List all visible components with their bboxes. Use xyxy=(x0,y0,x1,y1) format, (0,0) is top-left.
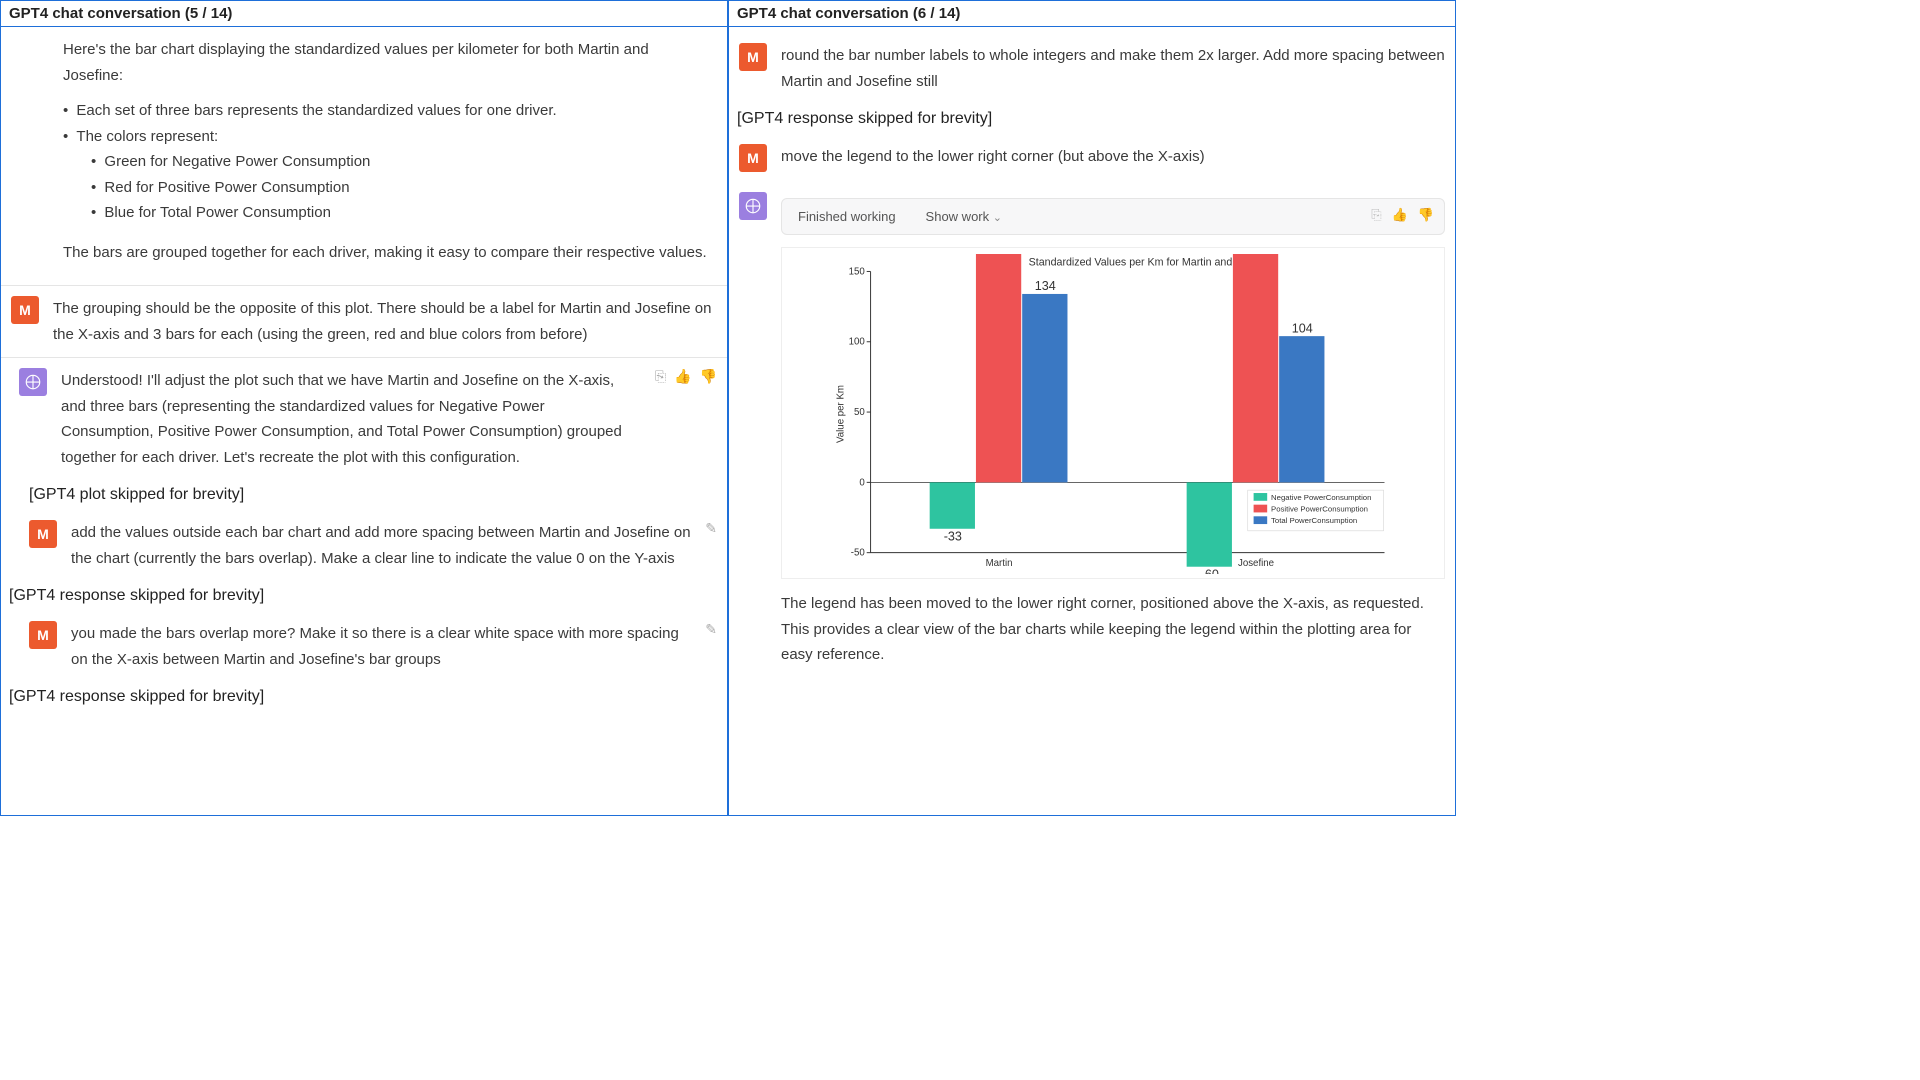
user-message: M round the bar number labels to whole i… xyxy=(729,27,1455,104)
svg-text:100: 100 xyxy=(849,337,866,348)
thumbs-up-icon[interactable]: 👍 xyxy=(1392,207,1408,223)
assistant-message: Finished working Show work ⌄ ⎘ 👍 👎 Stand xyxy=(729,182,1455,678)
bullet-item: The colors represent: Green for Negative… xyxy=(63,124,707,226)
user-text: you made the bars overlap more? Make it … xyxy=(71,621,691,672)
svg-text:134: 134 xyxy=(1035,279,1056,293)
svg-text:-60: -60 xyxy=(1201,567,1219,574)
skip-note: [GPT4 response skipped for brevity] xyxy=(729,104,1455,134)
left-panel-body: Here's the bar chart displaying the stan… xyxy=(1,27,727,813)
message-actions: ⎘ 👍 👎 xyxy=(1371,207,1434,223)
ai-avatar xyxy=(19,368,47,396)
skip-note: [GPT4 response skipped for brevity] xyxy=(1,682,727,712)
thumbs-down-icon[interactable]: 👎 xyxy=(700,368,717,470)
ai-avatar xyxy=(739,192,767,220)
bar-chart: Standardized Values per Km for Martin an… xyxy=(786,254,1440,574)
sub-bullet: Red for Positive Power Consumption xyxy=(91,175,707,201)
code-tool-block[interactable]: Finished working Show work ⌄ ⎘ 👍 👎 xyxy=(781,198,1445,235)
skip-note: [GPT4 response skipped for brevity] xyxy=(1,581,727,611)
svg-text:Total PowerConsumption: Total PowerConsumption xyxy=(1271,516,1357,525)
chevron-down-icon: ⌄ xyxy=(993,212,1002,224)
svg-text:Negative PowerConsumption: Negative PowerConsumption xyxy=(1271,493,1371,502)
assistant-intro: Here's the bar chart displaying the stan… xyxy=(63,37,707,88)
user-avatar: M xyxy=(739,144,767,172)
svg-text:-33: -33 xyxy=(944,529,962,543)
svg-text:Martin: Martin xyxy=(986,558,1013,569)
tool-status: Finished working xyxy=(798,209,896,224)
svg-text:50: 50 xyxy=(854,407,865,418)
message-actions: ⎘ 👍 👎 xyxy=(655,368,717,470)
show-work-toggle[interactable]: Show work ⌄ xyxy=(926,209,1002,224)
assistant-outro: The bars are grouped together for each d… xyxy=(63,240,707,266)
user-message: M move the legend to the lower right cor… xyxy=(729,134,1455,182)
copy-icon[interactable]: ⎘ xyxy=(1371,207,1381,223)
right-panel-header: GPT4 chat conversation (6 / 14) xyxy=(729,1,1455,27)
user-text: move the legend to the lower right corne… xyxy=(781,144,1445,172)
user-message: M you made the bars overlap more? Make i… xyxy=(1,611,727,682)
svg-text:Positive PowerConsumption: Positive PowerConsumption xyxy=(1271,504,1368,513)
svg-text:Josefine: Josefine xyxy=(1238,558,1274,569)
thumbs-up-icon[interactable]: 👍 xyxy=(674,368,691,470)
message-actions: ✎ xyxy=(705,520,717,571)
user-message: M add the values outside each bar chart … xyxy=(1,510,727,581)
user-avatar: M xyxy=(29,621,57,649)
chart-output: Standardized Values per Km for Martin an… xyxy=(781,247,1445,579)
skip-note: [GPT4 plot skipped for brevity] xyxy=(1,480,727,510)
assistant-message: Understood! I'll adjust the plot such th… xyxy=(1,358,727,480)
left-panel-header: GPT4 chat conversation (5 / 14) xyxy=(1,1,727,27)
copy-icon[interactable]: ⎘ xyxy=(655,368,666,470)
bullet-item: Each set of three bars represents the st… xyxy=(63,98,707,124)
user-avatar: M xyxy=(739,43,767,71)
assistant-text: The legend has been moved to the lower r… xyxy=(781,591,1445,668)
sub-bullet: Blue for Total Power Consumption xyxy=(91,200,707,226)
svg-text:Value per Km: Value per Km xyxy=(835,385,846,443)
edit-icon[interactable]: ✎ xyxy=(705,621,717,672)
assistant-message: Here's the bar chart displaying the stan… xyxy=(1,27,727,285)
left-panel: GPT4 chat conversation (5 / 14) Here's t… xyxy=(0,0,728,816)
message-actions: ✎ xyxy=(705,621,717,672)
user-avatar: M xyxy=(11,296,39,324)
user-message: M The grouping should be the opposite of… xyxy=(1,285,727,358)
user-text: The grouping should be the opposite of t… xyxy=(53,296,717,347)
edit-icon[interactable]: ✎ xyxy=(705,520,717,571)
right-panel: GPT4 chat conversation (6 / 14) M round … xyxy=(728,0,1456,816)
user-text: add the values outside each bar chart an… xyxy=(71,520,691,571)
user-avatar: M xyxy=(29,520,57,548)
assistant-text: Understood! I'll adjust the plot such th… xyxy=(61,368,641,470)
svg-text:104: 104 xyxy=(1292,321,1313,335)
user-text: round the bar number labels to whole int… xyxy=(781,43,1445,94)
sub-bullet: Green for Negative Power Consumption xyxy=(91,149,707,175)
svg-text:150: 150 xyxy=(849,266,866,277)
svg-text:0: 0 xyxy=(859,477,865,488)
right-panel-body: M round the bar number labels to whole i… xyxy=(729,27,1455,813)
thumbs-down-icon[interactable]: 👎 xyxy=(1418,207,1434,223)
svg-text:-50: -50 xyxy=(851,548,866,559)
